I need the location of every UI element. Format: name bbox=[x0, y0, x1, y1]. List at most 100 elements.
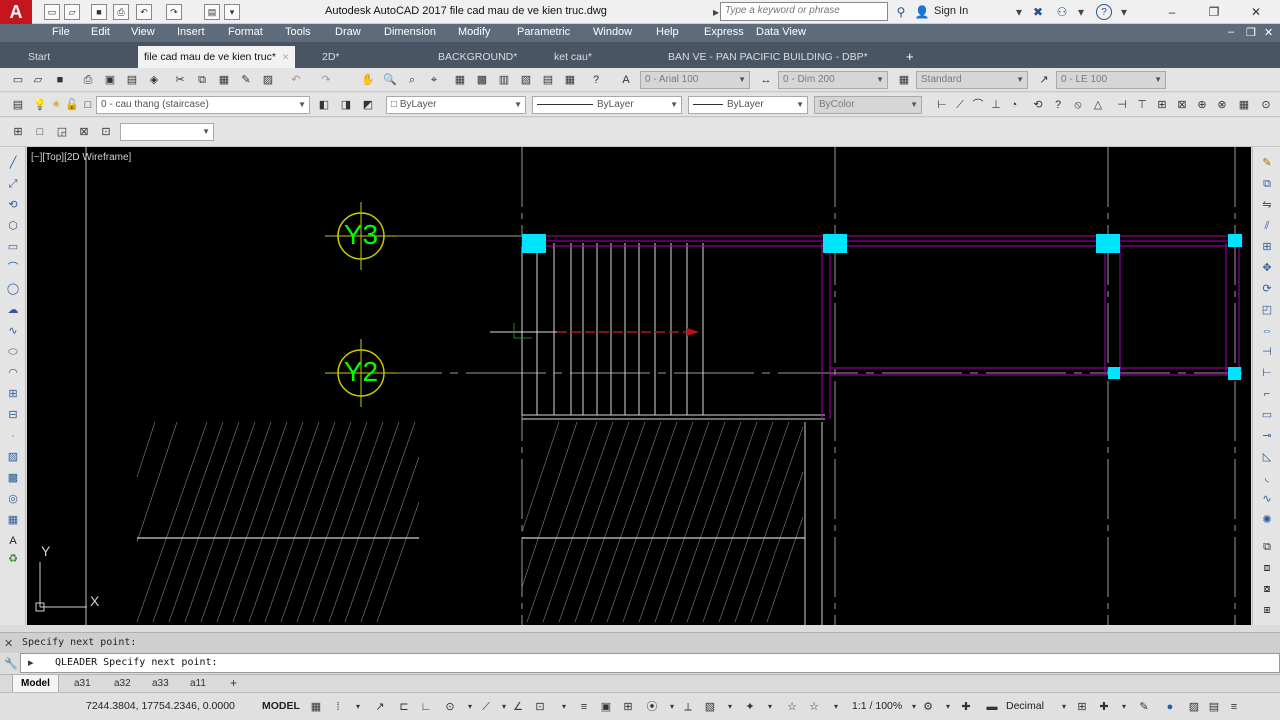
quick-properties-icon[interactable]: ⊞ bbox=[1074, 699, 1090, 715]
object-snap-dropdown-icon[interactable]: ▾ bbox=[556, 699, 572, 715]
zoom-window-icon[interactable]: ⌕ bbox=[404, 72, 420, 88]
help-icon[interactable]: ? bbox=[1096, 4, 1112, 20]
sign-in-dropdown-icon[interactable]: ▾ bbox=[1011, 4, 1027, 20]
menu-parametric[interactable]: Parametric bbox=[517, 26, 570, 38]
insert-block-icon[interactable]: ⊞ bbox=[4, 386, 22, 402]
gizmo-icon[interactable]: ✦ bbox=[742, 699, 758, 715]
menu-dimension[interactable]: Dimension bbox=[384, 26, 436, 38]
scale-icon[interactable]: ◰ bbox=[1258, 302, 1276, 318]
undo-icon[interactable]: ↶ bbox=[288, 72, 304, 88]
mirror-icon[interactable]: ⇋ bbox=[1258, 197, 1276, 213]
menu-edit[interactable]: Edit bbox=[91, 26, 110, 38]
search-input[interactable]: Type a keyword or phrase bbox=[720, 2, 888, 21]
center-mark-icon[interactable]: ⊗ bbox=[1214, 97, 1230, 113]
ellipse-icon[interactable]: ⬭ bbox=[4, 344, 22, 360]
inspect-icon[interactable]: ▦ bbox=[1236, 97, 1252, 113]
layer-select[interactable]: 0 - cau thang (staircase) ▼ bbox=[96, 96, 310, 114]
exchange-icon[interactable]: ✖ bbox=[1030, 4, 1046, 20]
menu-express[interactable]: Express bbox=[704, 26, 744, 38]
polar-dropdown-icon[interactable]: ▾ bbox=[462, 699, 478, 715]
layer-properties-icon[interactable]: ▤ bbox=[10, 97, 26, 113]
text-style-icon[interactable]: A bbox=[618, 72, 634, 88]
layer-color-icon[interactable]: □ bbox=[80, 97, 96, 113]
block-editor-icon[interactable]: ▨ bbox=[260, 72, 276, 88]
maximize-icon[interactable]: ❐ bbox=[1204, 3, 1224, 21]
quick-access-dropdown-icon[interactable]: ▾ bbox=[224, 4, 240, 20]
copy-object-icon[interactable]: ⧉ bbox=[1258, 176, 1276, 192]
menu-modify[interactable]: Modify bbox=[458, 26, 490, 38]
move-icon[interactable]: ✥ bbox=[1258, 260, 1276, 276]
close-icon[interactable]: ✕ bbox=[1246, 3, 1266, 21]
units-icon[interactable]: ▬ bbox=[984, 699, 1000, 715]
object-snap-icon[interactable]: ⊡ bbox=[532, 699, 548, 715]
user-icon[interactable]: 👤 bbox=[914, 4, 930, 20]
add-selected-icon[interactable]: ♻ bbox=[4, 551, 22, 567]
tab-a11[interactable]: a11 bbox=[182, 675, 214, 692]
command-customize-icon[interactable]: 🔧 bbox=[4, 657, 18, 670]
angular-dim-icon[interactable]: ⦸ bbox=[1070, 97, 1086, 113]
doc-minimize-icon[interactable]: – bbox=[1228, 26, 1234, 38]
tab-ket-cau[interactable]: ket cau* bbox=[548, 46, 598, 68]
tab-model[interactable]: Model bbox=[12, 675, 59, 692]
tolerance-icon[interactable]: ⊕ bbox=[1194, 97, 1210, 113]
color-select[interactable]: □ ByLayer ▼ bbox=[386, 96, 526, 114]
tool-palettes-icon[interactable]: ▥ bbox=[496, 72, 512, 88]
viewport-scale-select[interactable]: ▼ bbox=[120, 123, 214, 141]
open-icon[interactable]: ▱ bbox=[30, 72, 46, 88]
layer-lock-icon[interactable]: 🔓 bbox=[64, 97, 80, 113]
annotation-scale[interactable]: 1:1 / 100% bbox=[852, 700, 902, 712]
annotation-visibility-icon[interactable]: ☆ bbox=[784, 699, 800, 715]
join-icon[interactable]: ⊸ bbox=[1258, 428, 1276, 444]
point-icon[interactable]: · bbox=[4, 428, 22, 444]
coordinate-readout[interactable]: 7244.3804, 17754.2346, 0.0000 bbox=[86, 700, 235, 712]
offset-icon[interactable]: ⫽ bbox=[1258, 218, 1276, 234]
plotstyle-select[interactable]: ByColor ▼ bbox=[814, 96, 922, 114]
3d-osnap-dropdown-icon[interactable]: ▾ bbox=[664, 699, 680, 715]
array-icon[interactable]: ⊞ bbox=[1258, 239, 1276, 255]
menu-draw[interactable]: Draw bbox=[335, 26, 361, 38]
dynamic-ucs-icon[interactable]: ⟂ bbox=[680, 699, 696, 715]
viewports-icon[interactable]: ⊞ bbox=[10, 124, 26, 140]
zoom-previous-icon[interactable]: ⌖ bbox=[426, 72, 442, 88]
jogged-icon[interactable]: ⟲ bbox=[1030, 97, 1046, 113]
help-dropdown-icon[interactable]: ▾ bbox=[1116, 4, 1132, 20]
layer-on-icon[interactable]: 💡 bbox=[32, 97, 48, 113]
gradient-icon[interactable]: ▩ bbox=[4, 470, 22, 486]
autoscale-icon[interactable]: ☆ bbox=[806, 699, 822, 715]
drawing-canvas[interactable] bbox=[27, 147, 1251, 625]
command-input[interactable]: QLEADER Specify next point: bbox=[20, 653, 1280, 673]
3d-dwf-icon[interactable]: ◈ bbox=[146, 72, 162, 88]
add-layout-button[interactable]: + bbox=[222, 675, 245, 692]
ellipse-arc-icon[interactable]: ◠ bbox=[4, 365, 22, 381]
drawing-viewport[interactable]: [−][Top][2D Wireframe] Y3 Y2 Y X bbox=[27, 147, 1251, 625]
chamfer-icon[interactable]: ◺ bbox=[1258, 449, 1276, 465]
status-menu-icon[interactable]: ≡ bbox=[1226, 699, 1242, 715]
table-icon[interactable]: ▦ bbox=[4, 512, 22, 528]
rotate-icon[interactable]: ⟳ bbox=[1258, 281, 1276, 297]
save-icon[interactable]: ■ bbox=[52, 72, 68, 88]
design-center-icon[interactable]: ▩ bbox=[474, 72, 490, 88]
snap-icon[interactable]: ⁞ bbox=[330, 699, 346, 715]
arc-length-icon[interactable]: ⌒ bbox=[970, 97, 986, 113]
revision-cloud-icon[interactable]: ☁ bbox=[4, 302, 22, 318]
polygonal-viewport-icon[interactable]: ◲ bbox=[54, 124, 70, 140]
binoculars-icon[interactable]: ⚲ bbox=[893, 4, 909, 20]
isolate-objects-icon[interactable]: ✎ bbox=[1136, 699, 1152, 715]
single-viewport-icon[interactable]: □ bbox=[32, 124, 48, 140]
dim-update-icon[interactable]: ⊙ bbox=[1258, 97, 1274, 113]
menu-tools[interactable]: Tools bbox=[285, 26, 311, 38]
break-point-icon[interactable]: ⌐ bbox=[1258, 386, 1276, 402]
properties-icon[interactable]: ▦ bbox=[452, 72, 468, 88]
radius-dim-icon[interactable]: ◔ bbox=[1006, 97, 1022, 113]
menu-help[interactable]: Help bbox=[656, 26, 679, 38]
layer-isolate-icon[interactable]: ◩ bbox=[360, 97, 376, 113]
hatch-icon[interactable]: ▨ bbox=[4, 449, 22, 465]
draworder-above-icon[interactable]: ⧇ bbox=[1258, 581, 1276, 597]
diameter-dim-icon[interactable]: ? bbox=[1050, 97, 1066, 113]
break-icon[interactable]: ▭ bbox=[1258, 407, 1276, 423]
new-file-icon[interactable]: ▭ bbox=[44, 4, 60, 20]
command-close-icon[interactable]: ✕ bbox=[4, 637, 13, 650]
text-style-select[interactable]: 0 - Arial 100 ▼ bbox=[640, 71, 750, 89]
lock-ui-icon[interactable]: ✚ bbox=[1096, 699, 1112, 715]
continue-dim-icon[interactable]: ⊤ bbox=[1134, 97, 1150, 113]
